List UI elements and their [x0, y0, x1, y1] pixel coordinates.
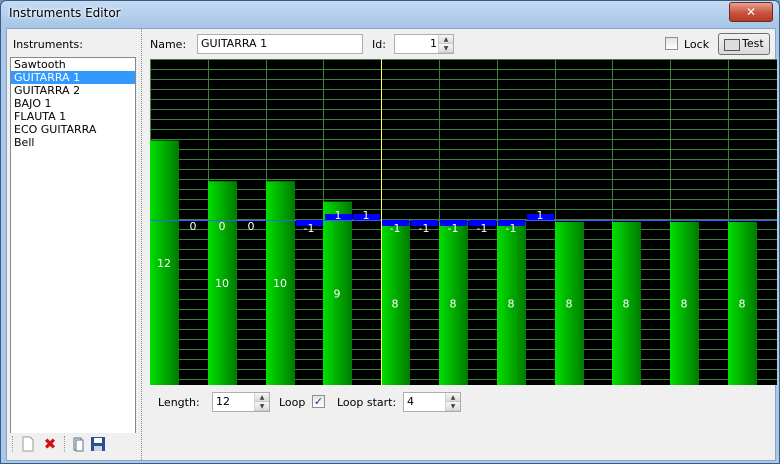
list-item[interactable]: GUITARRA 1	[11, 71, 135, 84]
instruments-list[interactable]: Sawtooth GUITARRA 1 GUITARRA 2 BAJO 1 FLAUTA…	[10, 57, 136, 449]
bar-value-label: 8	[450, 298, 457, 311]
offset-value-label: 0	[190, 220, 197, 233]
close-button[interactable]: ✕	[729, 2, 773, 22]
list-item[interactable]: GUITARRA 2	[11, 84, 135, 97]
offset-value-label: -1	[448, 222, 459, 235]
editor-panel: Name: GUITARRA 1 Id: 1 ▲ ▼ Lock Test 12 10…	[144, 29, 777, 460]
bar-value-label: 8	[623, 298, 630, 311]
list-item[interactable]: Sawtooth	[11, 58, 135, 71]
bar-value-label: 10	[273, 277, 287, 290]
open-icon[interactable]	[70, 436, 86, 452]
bar-value-label: 8	[739, 298, 746, 311]
loop-start-label: Loop start:	[337, 396, 397, 409]
bar-value-label: 8	[392, 298, 399, 311]
instruments-panel: Instruments: Sawtooth GUITARRA 1 GUITARRA …	[7, 29, 141, 460]
title-bar[interactable]: Instruments Editor ✕	[1, 1, 779, 25]
offset-value-label: -1	[506, 222, 517, 235]
save-icon[interactable]	[90, 436, 106, 452]
offset-value-label: 1	[335, 209, 342, 222]
length-value: 12	[216, 395, 230, 408]
id-stepper[interactable]: 1 ▲ ▼	[394, 34, 454, 54]
offset-value-label: 0	[248, 220, 255, 233]
offset-value-label: 0	[219, 220, 226, 233]
up-arrow-icon[interactable]: ▲	[439, 35, 453, 44]
down-arrow-icon[interactable]: ▼	[255, 402, 269, 411]
bar-value-label: 8	[681, 298, 688, 311]
bar-value-label: 8	[566, 298, 573, 311]
offset-value-label: 1	[363, 209, 370, 222]
loop-label: Loop	[279, 396, 306, 409]
bar-value-label: 12	[157, 257, 171, 270]
list-item[interactable]: ECO GUITARRA	[11, 123, 135, 136]
name-label: Name:	[150, 38, 187, 51]
down-arrow-icon[interactable]: ▼	[439, 44, 453, 53]
length-stepper-arrows[interactable]: ▲ ▼	[254, 393, 269, 411]
bar-value-label: 8	[508, 298, 515, 311]
loop-checkbox[interactable]: ✓	[312, 395, 325, 408]
delete-icon[interactable]: ✖	[42, 436, 58, 452]
bar-value-label: 10	[215, 277, 229, 290]
loop-start-stepper-arrows[interactable]: ▲ ▼	[445, 393, 460, 411]
instruments-editor-window: Instruments Editor ✕ Instruments: Sawtoo…	[0, 0, 780, 464]
test-button-label: Test	[742, 37, 764, 50]
name-input[interactable]: GUITARRA 1	[197, 34, 363, 54]
id-stepper-arrows[interactable]: ▲ ▼	[438, 35, 453, 53]
lock-label: Lock	[684, 38, 710, 51]
keyboard-icon	[724, 39, 740, 51]
offset-value-label: -1	[304, 222, 315, 235]
id-value: 1	[430, 37, 437, 50]
length-label: Length:	[158, 396, 200, 409]
new-icon[interactable]	[20, 436, 36, 452]
list-item[interactable]: Bell	[11, 136, 135, 149]
toolbar-separator	[64, 436, 66, 452]
offset-value-label: -1	[419, 222, 430, 235]
up-arrow-icon[interactable]: ▲	[446, 393, 460, 402]
id-label: Id:	[372, 38, 386, 51]
up-arrow-icon[interactable]: ▲	[255, 393, 269, 402]
offset-value-label: -1	[390, 222, 401, 235]
window-title: Instruments Editor	[9, 6, 121, 20]
list-item[interactable]: BAJO 1	[11, 97, 135, 110]
down-arrow-icon[interactable]: ▼	[446, 402, 460, 411]
client-area: Instruments: Sawtooth GUITARRA 1 GUITARRA …	[6, 28, 777, 461]
offset-value-label: -1	[477, 222, 488, 235]
envelope-chart-svg[interactable]: 12 10 10 9 8 8 8 8 8 8 8 0 0 0 -1 1 1 -1 -1 -1 -1 -1 1	[150, 59, 777, 385]
test-button[interactable]: Test	[718, 33, 770, 55]
envelope-chart[interactable]: 12 10 10 9 8 8 8 8 8 8 8 0 0 0 -1 1 1 -1 -1 -1 -1 -1 1	[150, 59, 777, 385]
instruments-label: Instruments:	[13, 38, 83, 51]
length-stepper[interactable]: 12 ▲ ▼	[212, 392, 270, 412]
toolbar-grip	[12, 436, 14, 452]
lock-checkbox[interactable]	[665, 37, 678, 50]
list-item[interactable]: FLAUTA 1	[11, 110, 135, 123]
offset-value-label: 1	[537, 209, 544, 222]
bar-value-label: 9	[334, 287, 341, 300]
loop-start-value: 4	[407, 395, 414, 408]
instruments-toolbar: ✖	[10, 433, 136, 455]
loop-start-stepper[interactable]: 4 ▲ ▼	[403, 392, 461, 412]
